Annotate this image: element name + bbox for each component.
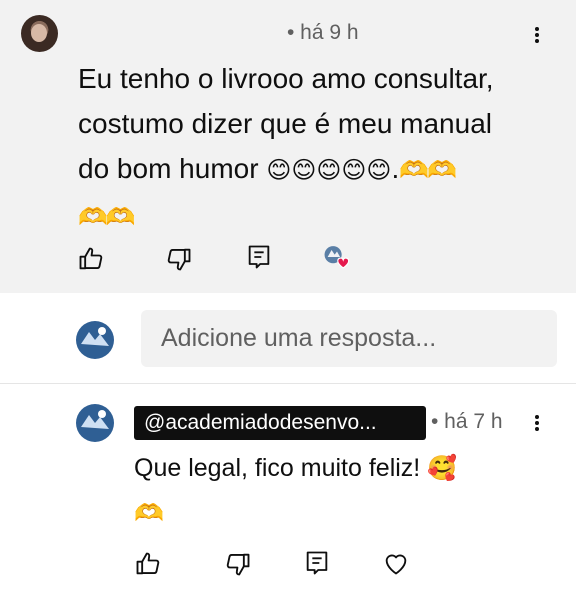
creator-heart-icon bbox=[323, 243, 359, 275]
comment-line-1: Eu tenho o livrooo amo consultar, bbox=[78, 63, 494, 94]
comment-line-2: costumo dizer que é meu manual bbox=[78, 108, 492, 139]
smiling-face-with-hearts-emoji: 🥰 bbox=[427, 454, 458, 482]
smiling-face-emoji: 😊😊😊😊😊 bbox=[266, 156, 392, 184]
thumbs-up-icon[interactable] bbox=[77, 245, 105, 273]
reply-line-1: Que legal, fico muito feliz! 🥰 bbox=[134, 446, 554, 491]
reply-channel-avatar[interactable] bbox=[75, 403, 115, 443]
commenter-avatar[interactable] bbox=[21, 15, 58, 52]
thumbs-down-icon[interactable] bbox=[165, 245, 193, 273]
comment-line-3: do bom humor 😊😊😊😊😊.🫶🫶 bbox=[78, 146, 548, 193]
channel-handle-badge[interactable]: @academiadodesenvo... bbox=[134, 406, 426, 440]
reply-input[interactable]: Adicione uma resposta... bbox=[141, 310, 557, 367]
heart-icon[interactable] bbox=[382, 549, 410, 577]
heart-hands-emoji: 🫶🫶 bbox=[78, 203, 136, 231]
more-vert-icon[interactable] bbox=[527, 408, 547, 438]
add-reply-row: Adicione uma resposta... bbox=[0, 293, 576, 383]
reply-timestamp: • há 7 h bbox=[431, 410, 503, 433]
reply-icon[interactable] bbox=[303, 549, 331, 577]
thumbs-up-icon[interactable] bbox=[134, 550, 162, 578]
divider bbox=[0, 383, 576, 384]
reply-line-2: 🫶 bbox=[134, 491, 554, 536]
reply-line-1-text: Que legal, fico muito feliz! bbox=[134, 454, 421, 482]
comment-text: Eu tenho o livrooo amo consultar, costum… bbox=[78, 56, 548, 240]
reply-text: Que legal, fico muito feliz! 🥰 🫶 bbox=[134, 446, 554, 536]
heart-hands-emoji: 🫶 bbox=[134, 499, 164, 527]
more-vert-icon[interactable] bbox=[527, 20, 547, 50]
comment-line-4: 🫶🫶 bbox=[78, 193, 548, 240]
channel-avatar bbox=[75, 320, 115, 360]
comment-card: • há 9 h Eu tenho o livrooo amo consulta… bbox=[0, 0, 576, 293]
comment-timestamp: • há 9 h bbox=[287, 21, 359, 44]
comment-line-3-text: do bom humor bbox=[78, 153, 259, 184]
reply-icon[interactable] bbox=[245, 243, 273, 271]
thumbs-down-icon[interactable] bbox=[224, 550, 252, 578]
heart-hands-emoji: 🫶🫶 bbox=[399, 156, 457, 184]
